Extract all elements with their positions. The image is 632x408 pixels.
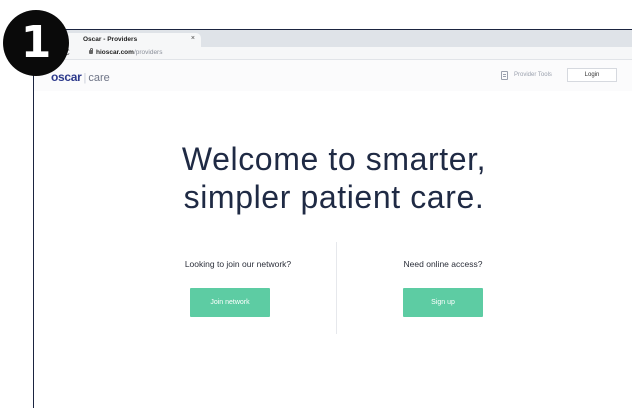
hero-title-line-1: Welcome to smarter, (181, 141, 487, 177)
tab-close-icon[interactable]: × (191, 35, 195, 42)
document-icon[interactable] (501, 71, 508, 80)
oscar-care-logo[interactable]: oscar | care (51, 68, 110, 86)
sign-up-button[interactable]: Sign up (403, 288, 483, 317)
join-network-button[interactable]: Join network (190, 288, 270, 317)
provider-tools-link[interactable]: Provider Tools (514, 72, 552, 78)
cta-divider (336, 242, 337, 334)
browser-tab-strip: Oscar - Providers × (34, 30, 632, 47)
join-network-question: Looking to join our network? (184, 259, 292, 269)
login-button[interactable]: Login (567, 68, 617, 82)
logo-brand: oscar (51, 70, 82, 84)
online-access-question: Need online access? (403, 259, 483, 269)
tab-title: Oscar - Providers (83, 36, 138, 43)
browser-address-bar[interactable]: C hioscar.com/providers (34, 47, 632, 60)
lock-icon (89, 47, 93, 54)
hero-title-line-2: simpler patient care. (183, 179, 485, 215)
site-header: oscar | care Provider Tools Login (34, 60, 632, 91)
url-text[interactable]: hioscar.com/providers (96, 49, 162, 56)
url-path: /providers (133, 48, 163, 56)
hero-title: Welcome to smarter, simpler patient care… (34, 140, 632, 216)
logo-product: care (88, 72, 110, 84)
step-number-badge: 1 (3, 10, 69, 76)
logo-separator: | (83, 72, 87, 84)
url-host: hioscar.com (96, 48, 134, 56)
screenshot-stage: 1 Oscar - Providers × C hioscar.com/prov… (0, 0, 632, 408)
browser-window: Oscar - Providers × C hioscar.com/provid… (33, 29, 632, 408)
browser-tab[interactable]: Oscar - Providers × (54, 33, 201, 47)
